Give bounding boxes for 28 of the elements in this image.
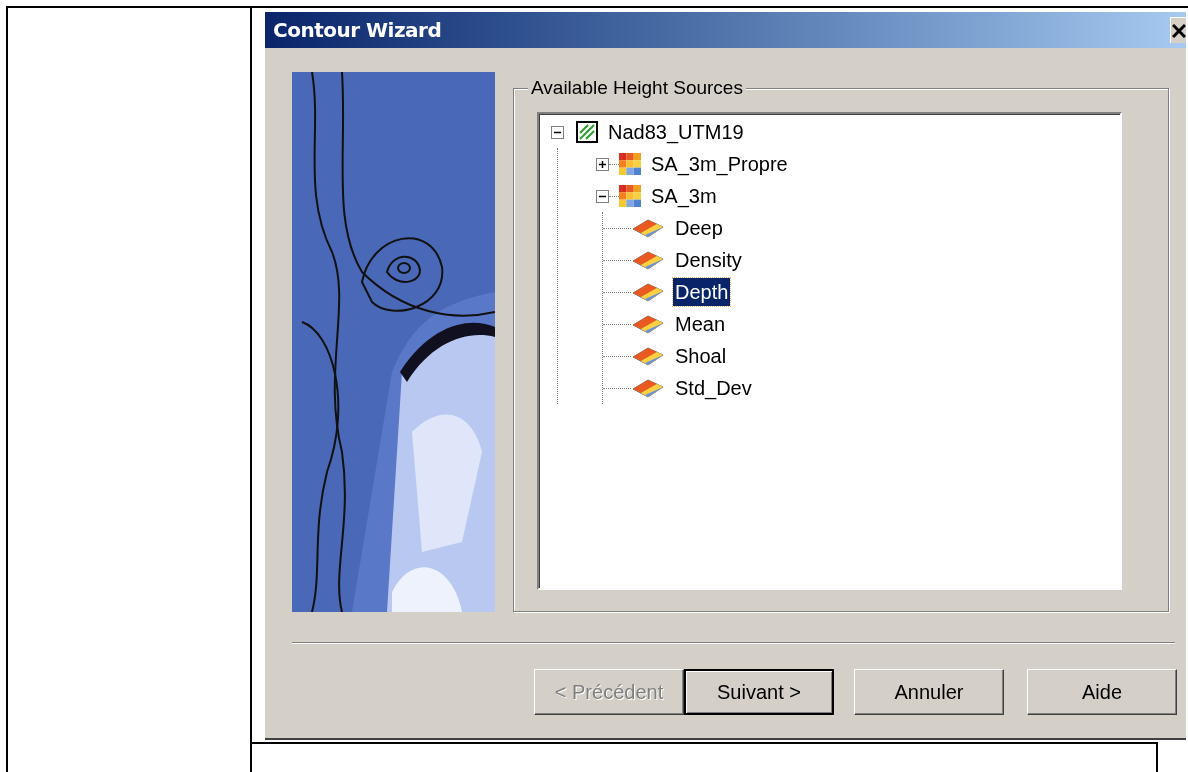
tree-item[interactable]: Density <box>673 246 744 274</box>
collapse-toggle[interactable] <box>596 189 609 203</box>
tree-item[interactable]: SA_3m_Propre <box>649 150 790 178</box>
wizard-button[interactable]: Aide <box>1027 669 1177 715</box>
surface-icon <box>631 345 665 367</box>
tree-item[interactable]: Std_Dev <box>673 374 754 402</box>
collapse-toggle[interactable] <box>551 125 564 139</box>
surface-icon <box>631 249 665 271</box>
tree-item[interactable]: Deep <box>673 214 725 242</box>
grid-icon <box>619 153 641 175</box>
window-title: Contour Wizard <box>273 17 442 44</box>
close-icon <box>1172 23 1186 38</box>
surface-icon <box>631 313 665 335</box>
tree-item[interactable]: SA_3m <box>649 182 719 210</box>
expand-toggle[interactable] <box>596 157 609 171</box>
wizard-button[interactable]: Annuler <box>854 669 1004 715</box>
grid-icon <box>619 185 641 207</box>
tree-item[interactable]: Shoal <box>673 342 729 370</box>
surface-icon <box>631 217 665 239</box>
hatched-square-icon <box>576 121 598 143</box>
surface-icon <box>631 377 665 399</box>
plus-icon <box>598 159 607 169</box>
tree-item[interactable]: Nad83_UTM19 <box>606 118 746 146</box>
close-button[interactable] <box>1170 17 1186 43</box>
surface-icon <box>631 281 665 303</box>
tree-item[interactable]: Mean <box>673 310 728 338</box>
tree-item[interactable]: Depth <box>673 278 731 306</box>
wizard-button[interactable]: Suivant > <box>684 669 834 715</box>
